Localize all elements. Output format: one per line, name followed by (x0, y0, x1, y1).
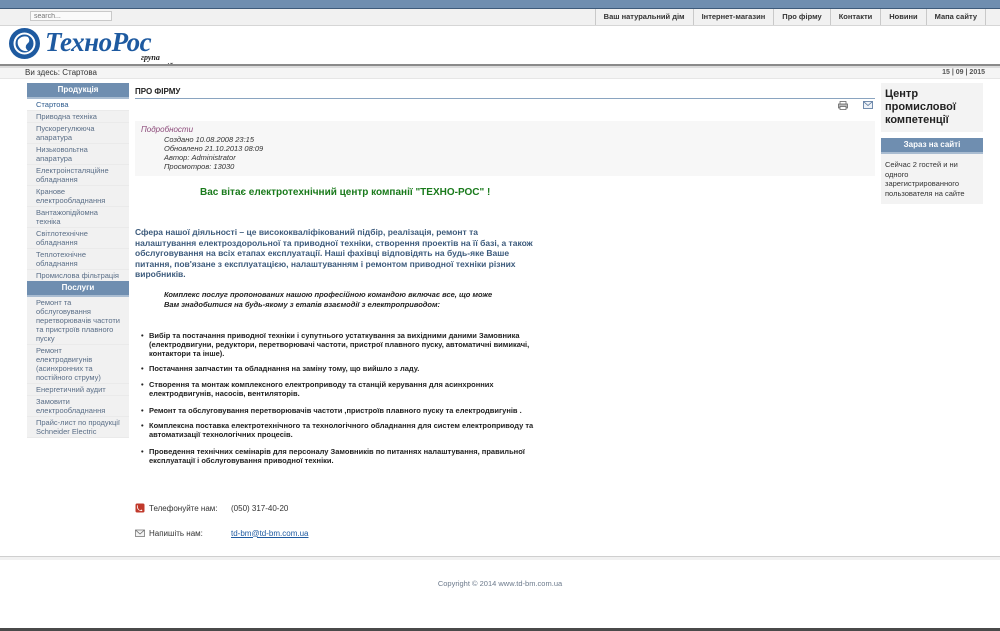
top-menu: Ваш натуральний дім Інтернет-магазин Про… (594, 9, 986, 25)
service-list-item: • Комплексна поставка електротехнічного т… (141, 421, 534, 439)
products-item-starting-apparatus[interactable]: Пускорегулююча апаратура (27, 123, 129, 144)
email-icon[interactable] (863, 101, 873, 109)
top-menu-item-sitemap[interactable]: Мапа сайту (925, 9, 986, 25)
top-navigation-row: Ваш натуральний дім Інтернет-магазин Про… (0, 9, 1000, 26)
footer-shadow (0, 557, 1000, 560)
service-list-item: • Постачання запчастин та обладнання на з… (141, 364, 420, 373)
products-item-lifting-equipment[interactable]: Вантажопідйомна техніка (27, 207, 129, 228)
products-item-start[interactable]: Стартова (27, 99, 129, 111)
view-count: Просмотров: 13030 (164, 162, 235, 171)
logo-name: ТехноРос (45, 27, 152, 57)
right-sidebar: Центр промислової компетенції Зараз на с… (881, 83, 983, 204)
products-menu-title: Продукція (27, 83, 129, 99)
products-item-electrical-installation[interactable]: Електроінсталяційне обладнання (27, 165, 129, 186)
bullet-icon: • (141, 421, 144, 430)
services-item-price-list[interactable]: Прайс-лист по продукції Schneider Electr… (27, 417, 129, 438)
article-details: Подробности Создано 10.08.2008 23:15 Обн… (135, 121, 875, 176)
copyright: Copyright © 2014 www.td-bm.com.ua (437, 579, 563, 588)
breadcrumb-row: Ви здесь: Стартова 15 | 09 | 2015 (0, 68, 1000, 79)
welcome-heading: Вас вітає електротехнічний центр компані… (200, 187, 491, 198)
created-date: Создано 10.08.2008 23:15 (164, 135, 254, 144)
globe-logo-icon (9, 28, 40, 59)
email-label: Напишіть нам: (149, 528, 203, 538)
services-item-order-equipment[interactable]: Замовити електрообладнання (27, 396, 129, 417)
top-menu-item-about[interactable]: Про фірму (773, 9, 829, 25)
email-link[interactable]: td-bm@td-bm.com.ua (231, 529, 308, 538)
who-is-online-text: Сейчас 2 гостей и ни одного зарегистриро… (881, 154, 983, 204)
services-item-energy-audit[interactable]: Енергетичний аудит (27, 384, 129, 396)
top-color-bar (0, 0, 1000, 9)
competence-center-title: Центр промислової компетенції (881, 83, 983, 132)
top-menu-item-news[interactable]: Новини (880, 9, 925, 25)
service-list-item: • Вибір та постачання приводної техніки і… (141, 331, 530, 358)
service-list-item: • Ремонт та обслуговування перетворювачів… (141, 406, 522, 415)
article-tools (838, 101, 873, 110)
phone-contact: Телефонуйте нам: (050) 317-40-20 (135, 503, 288, 513)
bullet-icon: • (141, 406, 144, 415)
top-menu-item-contacts[interactable]: Контакти (829, 9, 881, 25)
main-content: ПРО ФІРМУ Подробности Создано 10.08.2008… (135, 87, 875, 538)
products-item-low-voltage[interactable]: Низьковольтна апаратура (27, 144, 129, 165)
service-list-item: • Створення та монтаж комплексного електр… (141, 380, 494, 398)
who-is-online-title: Зараз на сайті (881, 138, 983, 154)
products-item-crane-equipment[interactable]: Кранове електрообладнання (27, 186, 129, 207)
bullet-icon: • (141, 331, 144, 340)
services-item-motor-repair[interactable]: Ремонт електродвигунів (асинхронних та п… (27, 345, 129, 384)
phone-icon (135, 503, 145, 513)
top-menu-item-online-shop[interactable]: Інтернет-магазин (692, 9, 774, 25)
services-intro: Комплекс послуг пропонованих нашою профе… (164, 290, 493, 309)
company-description: Сфера нашої діяльності – це висококваліф… (135, 227, 533, 279)
products-item-drive-technology[interactable]: Приводна техніка (27, 111, 129, 123)
author: Автор: Administrator (164, 153, 236, 162)
products-menu: Продукція Стартова Приводна техніка Пуск… (27, 83, 129, 282)
bullet-icon: • (141, 380, 144, 389)
phone-number: (050) 317-40-20 (231, 503, 289, 513)
breadcrumb: Ви здесь: Стартова (25, 68, 97, 77)
products-item-heating[interactable]: Теплотехнічне обладнання (27, 249, 129, 270)
bullet-icon: • (141, 364, 144, 373)
site-logo[interactable]: ТехноРос група компаній (8, 27, 188, 71)
products-item-lighting[interactable]: Світлотехнічне обладнання (27, 228, 129, 249)
services-menu-title: Послуги (27, 281, 129, 297)
search-input[interactable] (30, 11, 112, 21)
services-menu: Послуги Ремонт та обслуговування перетво… (27, 281, 129, 438)
current-date: 15 | 09 | 2015 (942, 69, 985, 76)
services-item-inverter-repair[interactable]: Ремонт та обслуговування перетворювачів … (27, 297, 129, 345)
page-title: ПРО ФІРМУ (135, 87, 875, 99)
updated-date: Обновлено 21.10.2013 08:09 (164, 144, 264, 153)
print-icon[interactable] (838, 101, 848, 110)
service-list-item: • Проведення технічних семінарів для перс… (141, 447, 525, 465)
top-menu-item-natural-home[interactable]: Ваш натуральний дім (594, 9, 693, 25)
email-contact: Напишіть нам: td-bm@td-bm.com.ua (135, 528, 308, 538)
letter-icon (135, 529, 145, 537)
phone-label: Телефонуйте нам: (149, 503, 218, 513)
bullet-icon: • (141, 447, 144, 456)
details-heading: Подробности (141, 125, 194, 134)
